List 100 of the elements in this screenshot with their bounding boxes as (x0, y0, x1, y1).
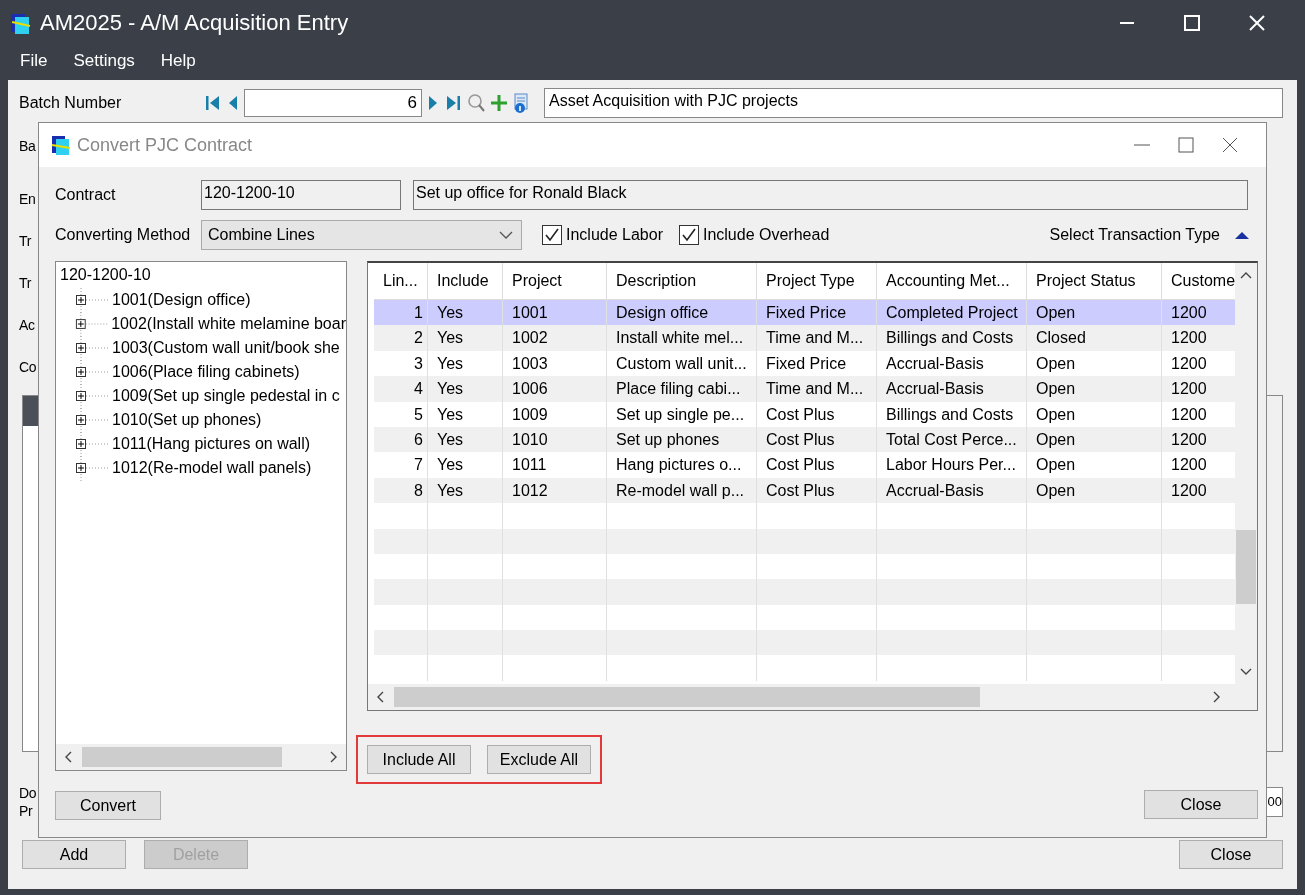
table-cell: Labor Hours Per... (877, 452, 1027, 478)
tree-item[interactable]: 1009(Set up single pedestal in c (112, 387, 340, 405)
table-cell: Yes (428, 325, 503, 351)
table-cell: Billings and Costs (877, 401, 1027, 427)
table-cell: Yes (428, 376, 503, 402)
exclude-all-button[interactable]: Exclude All (487, 745, 591, 774)
menu-item[interactable]: Help (160, 51, 196, 71)
column-header[interactable]: Accounting Met... (877, 263, 1027, 299)
table-cell: Yes (428, 401, 503, 427)
table-cell: Open (1027, 401, 1162, 427)
field-label: Tr (19, 274, 32, 293)
table-row[interactable]: 1 Yes 1001 Design office Fixed Price Completed Project Open 1200 (374, 300, 1235, 326)
menu-item[interactable]: File (20, 51, 48, 71)
dialog-title: Convert PJC Contract (77, 134, 253, 156)
table-cell: Open (1027, 426, 1162, 453)
field-label: En (19, 190, 36, 209)
table-cell: Open (1027, 452, 1162, 478)
batch-number-field[interactable]: 6 (244, 89, 422, 117)
column-header[interactable]: Custome (1162, 263, 1235, 299)
table-cell: Yes (428, 477, 503, 504)
table-cell: 1009 (503, 401, 607, 427)
maximize-icon[interactable] (1182, 12, 1202, 33)
tree-item[interactable]: 1010(Set up phones) (112, 411, 262, 429)
table-cell: Billings and Costs (877, 325, 1027, 351)
field-label: Do (19, 784, 37, 802)
column-header[interactable]: Lin... (374, 263, 428, 299)
table-cell: 2 (374, 325, 428, 351)
table-row[interactable]: 2 Yes 1002 Install white mel... Time and M... Billings and Costs Closed 1200 (374, 325, 1235, 351)
search-icon[interactable] (466, 93, 486, 113)
batch-label: Batch Number (19, 94, 123, 112)
table-row[interactable]: 7 Yes 1011 Hang pictures o... Cost Plus Labor Hours Per... Open 1200 (374, 452, 1235, 478)
table-cell-text: 1200 (1170, 379, 1208, 400)
document-info-icon[interactable] (512, 92, 530, 114)
action-button[interactable]: Add (22, 840, 126, 869)
table-cell: Set up single pe... (607, 401, 757, 427)
field-label: Ac (19, 316, 35, 335)
table-cell: 1002 (503, 325, 607, 351)
table-cell: Closed (1027, 325, 1162, 351)
table-cell: 1010 (503, 426, 607, 453)
table-cell: 1012 (503, 477, 607, 504)
checkbox-icon[interactable] (542, 225, 562, 245)
table-cell: 1006 (503, 376, 607, 402)
convert-button[interactable]: Convert (55, 791, 161, 820)
field-label: Co (19, 358, 37, 377)
table-row[interactable]: 4 Yes 1006 Place filing cabi... Time and M... Accrual-Basis Open 1200 (374, 376, 1235, 402)
tree-item[interactable]: 1001(Design office) (112, 291, 251, 309)
horizontal-scrollbar[interactable] (56, 744, 346, 770)
column-header[interactable]: Description (607, 263, 757, 299)
close-icon[interactable] (1247, 12, 1267, 33)
option-checkbox[interactable]: Include Labor (542, 225, 663, 245)
close-button[interactable]: Close (1144, 790, 1258, 819)
table-cell: Time and M... (757, 376, 877, 402)
converting-method-dropdown[interactable]: Combine Lines (201, 220, 522, 250)
include-all-button[interactable]: Include All (367, 745, 471, 774)
contract-description-field[interactable]: Set up office for Ronald Black (413, 180, 1248, 210)
converting-method-label: Converting Method (55, 226, 192, 244)
menu-item[interactable]: Settings (73, 51, 135, 71)
column-header[interactable]: Project (503, 263, 607, 299)
table-row[interactable]: 5 Yes 1009 Set up single pe... Cost Plus Billings and Costs Open 1200 (374, 401, 1235, 427)
tree-item[interactable]: 1012(Re-model wall panels) (112, 459, 312, 477)
column-header[interactable]: Project Status (1027, 263, 1162, 299)
table-cell: Accrual-Basis (877, 376, 1027, 402)
contract-label: Contract (55, 186, 117, 204)
table-cell: Cost Plus (757, 477, 877, 504)
collapse-arrow-icon[interactable] (1234, 230, 1250, 240)
add-icon[interactable] (490, 93, 508, 113)
table-cell-text: 1200 (1170, 429, 1208, 450)
table-cell: Open (1027, 477, 1162, 504)
table-cell: Hang pictures o... (607, 452, 757, 478)
table-cell: Cost Plus (757, 426, 877, 453)
checkbox-icon[interactable] (678, 225, 699, 245)
table-cell-text: 1200 (1170, 455, 1208, 476)
table-cell: 5 (374, 401, 428, 427)
first-record-icon[interactable] (204, 93, 222, 113)
tree-root[interactable]: 120-1200-10 (60, 266, 151, 284)
table-row[interactable]: 6 Yes 1010 Set up phones Cost Plus Total Cost Perce... Open 1200 (374, 426, 1235, 453)
tree-item[interactable]: 1006(Place filing cabinets) (112, 363, 300, 381)
transaction-type-label: Select Transaction Type (1049, 226, 1220, 244)
table-cell: Yes (428, 452, 503, 478)
table-cell-text: 1200 (1170, 328, 1208, 349)
last-record-icon[interactable] (444, 93, 462, 113)
amount-field[interactable]: 00 (1267, 787, 1283, 817)
scroll-thumb[interactable] (82, 747, 282, 767)
table-cell-text: 1200 (1170, 480, 1208, 501)
contract-field[interactable]: 120-1200-10 (201, 180, 401, 210)
column-header[interactable]: Project Type (757, 263, 877, 299)
window-title: AM2025 - A/M Acquisition Entry (40, 9, 349, 36)
batch-description-field[interactable]: Asset Acquisition with PJC projects (544, 88, 1283, 118)
scroll-thumb[interactable] (394, 687, 980, 707)
tree-item[interactable]: 1002(Install white melamine boar (111, 315, 346, 333)
table-cell-text: 1200 (1170, 303, 1208, 323)
table-cell: Time and M... (757, 325, 877, 351)
scroll-thumb[interactable] (1236, 530, 1256, 604)
tree-item[interactable]: 1003(Custom wall unit/book she (112, 339, 340, 357)
close-button[interactable]: Close (1179, 840, 1283, 869)
table-cell: 6 (374, 426, 428, 453)
table-row[interactable]: 8 Yes 1012 Re-model wall p... Cost Plus Accrual-Basis Open 1200 (374, 477, 1235, 504)
column-header[interactable]: Include (428, 263, 503, 299)
tree-item[interactable]: 1011(Hang pictures on wall) (112, 435, 311, 453)
option-checkbox[interactable]: Include Overhead (678, 225, 830, 245)
